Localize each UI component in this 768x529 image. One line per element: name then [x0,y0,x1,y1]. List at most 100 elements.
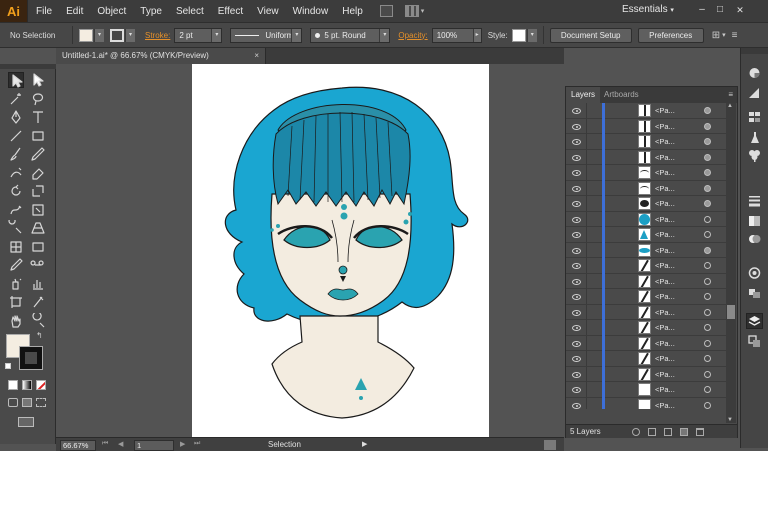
draw-behind-icon[interactable] [22,398,32,407]
layer-row[interactable]: <Pa... [566,242,726,258]
visibility-eye-icon[interactable] [572,309,581,316]
graphic-style-swatch[interactable] [511,28,526,42]
align-icon[interactable]: ⊞ [712,30,720,41]
lock-toggle[interactable] [586,304,587,320]
target-circle-icon[interactable] [704,169,711,176]
layer-name[interactable]: <Pa... [655,168,675,177]
dock-grip[interactable] [741,48,768,54]
artboards-icon[interactable] [747,334,762,348]
artboard-number-field[interactable]: 1 [134,440,174,451]
stroke-color-box[interactable] [19,346,43,370]
appearance-icon[interactable] [747,266,762,280]
brush-definition[interactable]: 5 pt. Round ▾ [310,27,391,43]
layer-row[interactable]: <Pa... [566,211,726,227]
chevron-down-icon[interactable]: ▾ [526,28,537,42]
lock-toggle[interactable] [586,366,587,382]
shape-builder-tool-icon[interactable] [8,217,24,236]
target-circle-icon[interactable] [704,153,711,161]
document-tab[interactable]: Untitled-1.ai* @ 66.67% (CMYK/Preview) × [56,48,266,64]
layer-row[interactable]: <Pa... [566,366,726,382]
pen-tool-icon[interactable] [8,109,24,125]
visibility-eye-icon[interactable] [572,108,581,114]
paintbrush-tool-icon[interactable] [8,146,24,162]
rectangle-tool-icon[interactable] [30,128,46,144]
lock-toggle[interactable] [586,289,587,304]
menu-object[interactable]: Object [90,6,133,17]
visibility-eye-icon[interactable] [572,278,581,285]
lock-toggle[interactable] [586,196,587,211]
scale-tool-icon[interactable] [30,183,46,199]
layer-row[interactable]: <Pa... [566,134,726,150]
workspace-switcher[interactable]: Essentials ▾ [622,4,674,15]
layer-name[interactable]: <Pa... [655,292,675,301]
create-sublayer-icon[interactable] [664,428,672,436]
current-tool-status[interactable]: Selection [268,440,301,449]
layer-row[interactable]: <Pa... [566,103,726,119]
target-circle-icon[interactable] [704,138,711,145]
column-graph-tool-icon[interactable] [30,276,46,292]
visibility-eye-icon[interactable] [572,185,581,192]
chevron-down-icon[interactable]: ▾ [722,31,726,39]
visibility-eye-icon[interactable] [572,247,581,254]
lock-toggle[interactable] [586,165,587,180]
tab-artboards[interactable]: Artboards [599,87,644,103]
target-circle-icon[interactable] [704,339,711,347]
menu-effect[interactable]: Effect [211,6,250,17]
screen-mode-icon[interactable] [18,417,34,427]
visibility-eye-icon[interactable] [572,154,581,161]
stroke-swatch[interactable] [110,28,124,42]
target-circle-icon[interactable] [704,308,711,316]
visibility-eye-icon[interactable] [572,356,581,362]
visibility-eye-icon[interactable] [572,216,581,223]
type-tool-icon[interactable] [30,109,46,125]
layer-row[interactable]: <Pa... [566,382,726,398]
lock-toggle[interactable] [586,320,587,335]
lasso-tool-icon[interactable] [30,91,46,107]
layer-name[interactable]: <Pa... [655,277,675,286]
layer-row[interactable]: <Pa... [566,165,726,181]
variable-width-profile[interactable]: Uniform ▾ [230,27,303,43]
perspective-grid-tool-icon[interactable] [30,220,46,236]
layer-name[interactable]: <Pa... [655,354,675,363]
menu-view[interactable]: View [250,6,286,17]
menu-file[interactable]: File [28,6,59,17]
layer-row[interactable]: <Pa... [566,196,726,212]
layer-name[interactable]: <Pa... [655,137,675,146]
draw-inside-icon[interactable] [36,398,46,407]
visibility-eye-icon[interactable] [572,371,581,378]
layer-row[interactable]: <Pa... [566,335,726,351]
visibility-eye-icon[interactable] [572,170,581,176]
lock-toggle[interactable] [586,382,587,397]
gradient-icon[interactable] [747,214,762,228]
layer-row[interactable]: <Pa... [566,227,726,243]
transparency-icon[interactable] [747,232,762,246]
layer-name[interactable]: <Pa... [655,401,675,410]
layer-name[interactable]: <Pa... [655,122,675,131]
target-circle-icon[interactable] [704,401,711,409]
pencil-tool-icon[interactable] [30,146,46,162]
warp-tool-icon[interactable] [8,202,24,218]
zoom-tool-icon[interactable] [30,310,46,329]
target-circle-icon[interactable] [704,370,711,378]
target-circle-icon[interactable] [704,386,711,393]
tab-layers[interactable]: Layers [566,87,601,103]
visibility-eye-icon[interactable] [572,402,581,409]
layer-name[interactable]: <Pa... [655,230,675,239]
target-circle-icon[interactable] [704,107,711,114]
layer-name[interactable]: <Pa... [655,385,675,394]
bridge-icon[interactable] [379,5,393,17]
target-circle-icon[interactable] [704,246,711,254]
previous-artboard-icon[interactable]: ◀ [118,440,123,448]
new-layer-icon[interactable] [680,428,688,436]
visibility-eye-icon[interactable] [572,340,581,347]
chevron-down-icon[interactable]: ▾ [94,28,104,42]
eyedropper-tool-icon[interactable] [8,257,24,273]
horizontal-scrollbar[interactable] [544,440,556,450]
layer-name[interactable]: <Pa... [655,153,675,162]
selection-tool-icon[interactable] [8,72,24,88]
zoom-level-field[interactable]: 66.67% [60,440,96,451]
stroke-weight-field[interactable]: 2 pt ▾ [174,27,223,43]
symbols-icon[interactable] [747,148,762,162]
opacity-label[interactable]: Opacity: [398,31,427,40]
layer-row[interactable]: <Pa... [566,397,726,410]
